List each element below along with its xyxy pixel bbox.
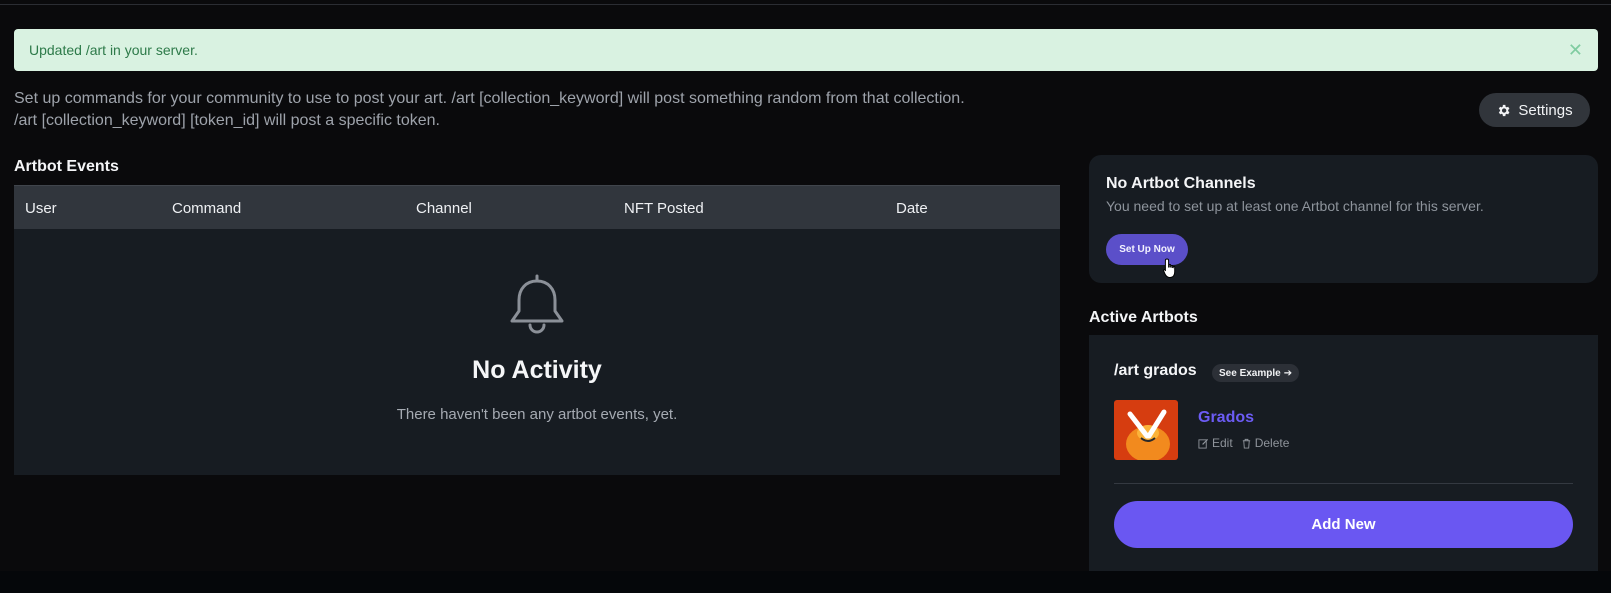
collection-link[interactable]: Grados bbox=[1198, 409, 1254, 427]
active-artbots-title: Active Artbots bbox=[1089, 309, 1198, 326]
see-example-button[interactable]: See Example ➔ bbox=[1212, 364, 1300, 382]
success-alert: Updated /art in your server. ✕ bbox=[14, 29, 1598, 71]
column-user: User bbox=[25, 200, 57, 217]
top-divider bbox=[0, 4, 1611, 5]
arrow-right-icon: ➔ bbox=[1283, 367, 1293, 379]
close-icon[interactable]: ✕ bbox=[1568, 41, 1583, 59]
settings-label: Settings bbox=[1518, 101, 1573, 119]
panel-divider bbox=[1114, 483, 1573, 484]
see-example-label: See Example bbox=[1219, 367, 1281, 379]
delete-button[interactable]: Delete bbox=[1241, 436, 1290, 450]
settings-button[interactable]: Settings bbox=[1479, 93, 1590, 127]
gear-icon bbox=[1499, 104, 1510, 116]
empty-state: No Activity There haven't been any artbo… bbox=[14, 229, 1060, 475]
artbot-page: Updated /art in your server. ✕ Set up co… bbox=[0, 0, 1611, 593]
bottom-strip bbox=[0, 571, 1611, 593]
alert-message: Updated /art in your server. bbox=[29, 42, 198, 58]
edit-label: Edit bbox=[1212, 436, 1233, 450]
intro-line-2: /art [collection_keyword] [token_id] wil… bbox=[14, 112, 440, 129]
delete-label: Delete bbox=[1254, 436, 1290, 450]
artbot-command: /art grados bbox=[1114, 362, 1197, 379]
column-command: Command bbox=[172, 200, 242, 217]
empty-title: No Activity bbox=[472, 356, 602, 384]
trash-icon bbox=[1242, 438, 1250, 449]
events-table: User Command Channel NFT Posted Date No … bbox=[14, 185, 1060, 475]
intro-text: Set up commands for your community to us… bbox=[14, 88, 1064, 132]
table-header: User Command Channel NFT Posted Date bbox=[14, 185, 1060, 229]
intro-line-1: Set up commands for your community to us… bbox=[14, 90, 965, 107]
artbot-actions: Edit Delete bbox=[1198, 436, 1289, 450]
collection-thumbnail bbox=[1114, 400, 1178, 460]
column-nft-posted: NFT Posted bbox=[624, 200, 704, 217]
edit-icon bbox=[1198, 438, 1209, 449]
add-new-button[interactable]: Add New bbox=[1114, 501, 1573, 548]
events-title: Artbot Events bbox=[14, 158, 119, 175]
edit-button[interactable]: Edit bbox=[1198, 436, 1233, 450]
bell-icon bbox=[510, 274, 564, 334]
channels-title: No Artbot Channels bbox=[1106, 175, 1256, 192]
column-date: Date bbox=[896, 200, 928, 217]
column-channel: Channel bbox=[416, 200, 472, 217]
empty-message: There haven't been any artbot events, ye… bbox=[396, 406, 678, 423]
active-artbots-panel: /art grados See Example ➔ Grados Edit De… bbox=[1089, 335, 1598, 571]
hand-cursor-icon bbox=[1163, 258, 1176, 278]
channels-description: You need to set up at least one Artbot c… bbox=[1106, 198, 1484, 214]
